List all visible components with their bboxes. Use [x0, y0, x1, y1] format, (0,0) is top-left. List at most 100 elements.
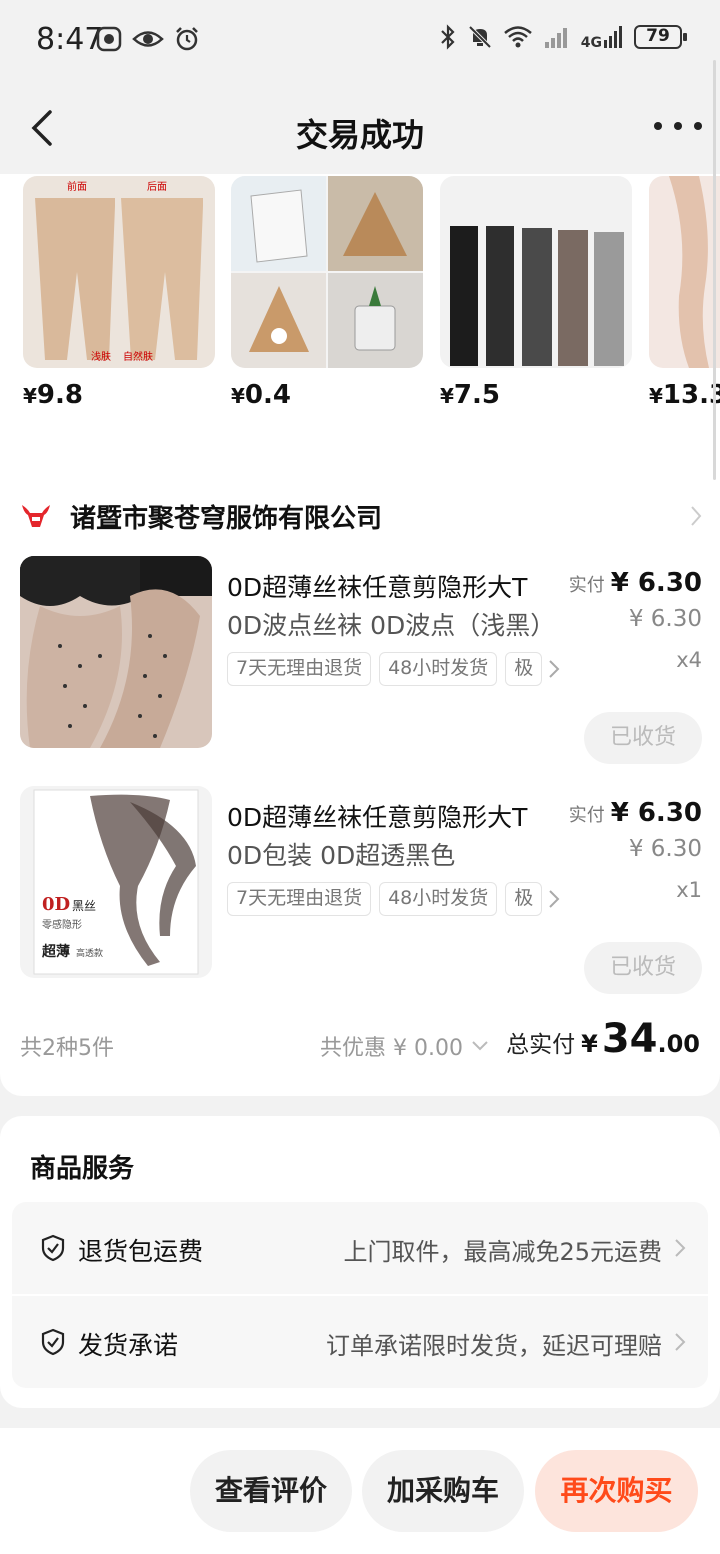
service-tag: 7天无理由退货: [227, 882, 372, 916]
service-tag: 极: [505, 882, 543, 916]
order-item[interactable]: 0D超薄丝袜任意剪隐形大T 0D波点丝袜 0D波点（浅黑） 7天无理由退货 48…: [0, 556, 720, 764]
cellular-4g-indicator: 4G: [581, 24, 624, 50]
chevron-right-icon[interactable]: [688, 504, 704, 528]
packaging-collage-image: [231, 176, 423, 368]
original-price: ¥ 6.30: [628, 836, 702, 862]
service-row-return-shipping[interactable]: 退货包运费 上门取件，最高减免25元运费: [12, 1202, 708, 1294]
tights-package-image: 0D 黑丝 零感隐形 超薄 高透款: [20, 786, 212, 978]
services-card: 商品服务 退货包运费 上门取件，最高减免25元运费 发货承诺 订单承诺限时发货，…: [0, 1116, 720, 1408]
svg-text:黑丝: 黑丝: [72, 899, 96, 913]
order-item-image[interactable]: 0D 黑丝 零感隐形 超薄 高透款: [20, 786, 212, 978]
received-status-button[interactable]: 已收货: [584, 712, 702, 764]
recommend-price: ¥13.3: [649, 380, 720, 410]
service-tag: 7天无理由退货: [227, 652, 372, 686]
bottom-action-bar: 查看评价 加采购车 再次购买: [0, 1428, 720, 1554]
scrollbar[interactable]: [713, 60, 716, 480]
more-dot-icon: [674, 122, 682, 130]
service-desc: 上门取件，最高减免25元运费: [343, 1238, 662, 1266]
item-count: 共2种5件: [20, 1036, 114, 1061]
stockings-image: [649, 176, 720, 368]
recommend-product-image[interactable]: [440, 176, 632, 368]
recommend-product-image[interactable]: 前面 后面 浅肤 自然肤: [23, 176, 215, 368]
chevron-right-icon[interactable]: [547, 659, 561, 679]
status-system-icons: 4G 79: [439, 24, 687, 50]
total-paid: 总实付 ¥ 34 .00: [506, 1016, 700, 1062]
service-tag: 48小时发货: [379, 882, 498, 916]
service-tag: 极: [505, 652, 543, 686]
service-row-delivery-promise[interactable]: 发货承诺 订单承诺限时发货，延迟可理赔: [12, 1296, 708, 1388]
shop-name[interactable]: 诸暨市聚苍穹服饰有限公司: [70, 498, 382, 535]
svg-text:0D: 0D: [42, 894, 70, 915]
chevron-right-icon: [675, 1333, 686, 1351]
paid-amount: 实付 ¥ 6.30: [568, 568, 702, 598]
recommend-product-card[interactable]: 前面 后面 浅肤 自然肤 ¥9.8: [23, 176, 215, 410]
recommend-price: ¥9.8: [23, 380, 83, 410]
bluetooth-icon: [440, 24, 455, 50]
more-dot-icon: [694, 122, 702, 130]
svg-text:后面: 后面: [147, 181, 167, 193]
svg-text:高透款: 高透款: [76, 947, 103, 959]
received-status-button[interactable]: 已收货: [584, 942, 702, 994]
more-dot-icon: [654, 122, 662, 130]
battery-indicator: 79: [634, 25, 687, 49]
order-item-title[interactable]: 0D超薄丝袜任意剪隐形大T: [227, 798, 567, 834]
order-item-image[interactable]: [20, 556, 212, 748]
svg-text:浅肤: 浅肤: [91, 350, 111, 363]
polka-dot-tights-image: [20, 556, 212, 748]
signal-4g-icon: [604, 26, 622, 48]
recommend-price: ¥0.4: [231, 380, 291, 410]
services-title: 商品服务: [30, 1154, 135, 1184]
recommend-price: ¥7.5: [440, 380, 500, 410]
recommend-product-image[interactable]: [231, 176, 423, 368]
shop-header[interactable]: 诸暨市聚苍穹服饰有限公司: [20, 498, 382, 535]
recommend-product-card[interactable]: ¥0.4: [231, 176, 423, 410]
service-name: 发货承诺: [78, 1331, 179, 1360]
app-notification-icon: [96, 26, 122, 52]
chevron-right-icon[interactable]: [547, 889, 561, 909]
original-price: ¥ 6.30: [628, 606, 702, 632]
discount-toggle[interactable]: 共优惠 ¥ 0.00: [320, 1030, 489, 1062]
svg-text:前面: 前面: [67, 180, 87, 193]
status-bar: 8:47 4G 79: [0, 0, 720, 84]
status-notification-icons: [96, 26, 200, 52]
item-quantity: x1: [676, 878, 702, 902]
leggings-colors-image: [440, 176, 632, 368]
service-name: 退货包运费: [78, 1237, 204, 1266]
recommendation-strip[interactable]: 前面 后面 浅肤 自然肤 ¥9.8 ¥0.4 ¥7.5 ¥13.: [0, 174, 720, 474]
wifi-icon: [503, 26, 532, 48]
alarm-icon: [176, 27, 198, 51]
order-item-spec: 0D包装 0D超透黑色: [227, 841, 456, 870]
svg-text:超薄: 超薄: [41, 943, 70, 960]
shield-check-icon: [41, 1328, 65, 1356]
svg-text:零感隐形: 零感隐形: [42, 918, 82, 931]
service-desc: 订单承诺限时发货，延迟可理赔: [326, 1332, 662, 1360]
recommend-product-card[interactable]: ¥7.5: [440, 176, 632, 410]
nav-bar: 交易成功: [0, 84, 720, 174]
more-options-button[interactable]: [654, 108, 702, 144]
chevron-right-icon: [675, 1239, 686, 1257]
eye-icon: [132, 31, 164, 47]
add-to-cart-button[interactable]: 加采购车: [362, 1450, 524, 1532]
view-review-button[interactable]: 查看评价: [190, 1450, 352, 1532]
buy-again-button[interactable]: 再次购买: [535, 1450, 698, 1532]
item-quantity: x4: [676, 648, 702, 672]
shield-check-icon: [41, 1234, 65, 1262]
order-item-spec: 0D波点丝袜 0D波点（浅黑）: [227, 611, 556, 640]
order-summary: 共2种5件 共优惠 ¥ 0.00 总实付 ¥ 34 .00: [20, 1016, 700, 1066]
order-item-title[interactable]: 0D超薄丝袜任意剪隐形大T: [227, 568, 567, 604]
service-tag: 48小时发货: [379, 652, 498, 686]
mute-bell-icon: [468, 25, 492, 49]
signal-icon: [544, 28, 567, 48]
page-title: 交易成功: [295, 116, 424, 154]
order-item[interactable]: 0D 黑丝 零感隐形 超薄 高透款 0D超薄丝袜任意剪隐形大T 0D包装 0D超…: [0, 786, 720, 994]
chevron-down-icon: [472, 1041, 488, 1051]
service-tags: 7天无理由退货 48小时发货 极: [227, 882, 572, 918]
tights-front-back-image: 前面 后面 浅肤 自然肤: [23, 176, 215, 368]
shop-logo-icon: [22, 504, 50, 527]
svg-text:自然肤: 自然肤: [123, 350, 153, 363]
service-tags: 7天无理由退货 48小时发货 极: [227, 652, 572, 688]
paid-amount: 实付 ¥ 6.30: [568, 798, 702, 828]
shop-order-card: 诸暨市聚苍穹服饰有限公司 0D超薄丝袜任意剪隐形大T 0D波点丝袜 0D波点（浅…: [0, 474, 720, 1096]
recommend-product-card[interactable]: ¥13.3: [649, 176, 720, 410]
recommend-product-image[interactable]: [649, 176, 720, 368]
